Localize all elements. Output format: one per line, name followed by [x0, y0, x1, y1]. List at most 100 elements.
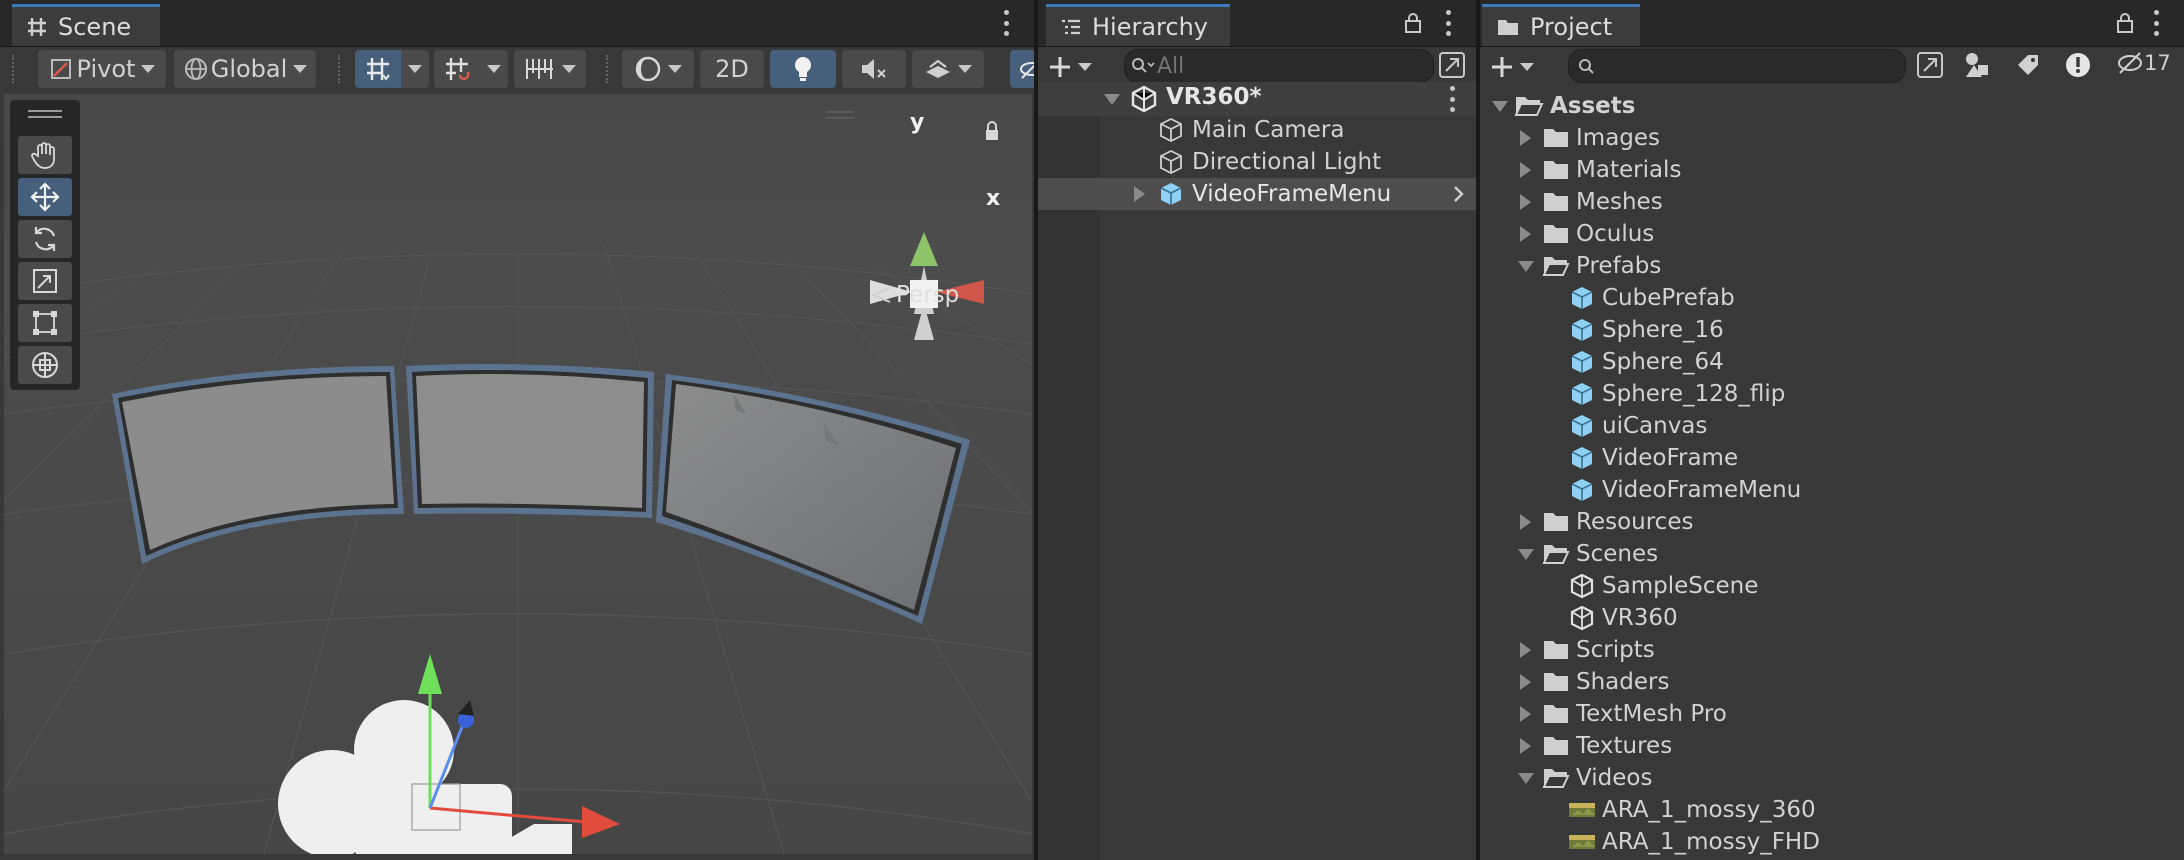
tree-folder-item[interactable]: Oculus — [1480, 218, 2184, 250]
grid-snap-toggle[interactable] — [355, 50, 401, 88]
tree-folder-item[interactable]: Shaders — [1480, 666, 2184, 698]
effects-dropdown[interactable] — [912, 50, 984, 88]
collapse-arrow-icon[interactable] — [1520, 226, 1531, 242]
tree-folder-item[interactable]: TextMesh Pro — [1480, 698, 2184, 730]
collapse-arrow-icon[interactable] — [1520, 642, 1531, 658]
expand-arrow-icon[interactable] — [1518, 548, 1534, 560]
tree-folder-item[interactable]: Resources — [1480, 506, 2184, 538]
hierarchy-item-selected[interactable]: VideoFrameMenu — [1038, 178, 1476, 210]
pivot-icon — [50, 59, 71, 79]
tree-folder-item[interactable]: Scripts — [1480, 634, 2184, 666]
collapse-arrow-icon[interactable] — [1520, 162, 1531, 178]
hand-icon — [31, 142, 55, 169]
tree-asset-item[interactable]: ARA_1_mossy_FHD — [1480, 826, 2184, 858]
tree-root-assets[interactable]: Assets — [1480, 90, 2184, 122]
tree-folder-item[interactable]: Videos — [1480, 762, 2184, 794]
tree-folder-item[interactable]: Prefabs — [1480, 250, 2184, 282]
hierarchy-scene-row[interactable]: VR360* — [1038, 82, 1476, 116]
expand-arrow-icon[interactable] — [1492, 100, 1508, 112]
label-tag-icon[interactable] — [2014, 51, 2042, 79]
rotate-tool[interactable] — [18, 220, 72, 258]
collapse-arrow-icon[interactable] — [1520, 706, 1531, 722]
create-asset-button[interactable] — [1490, 51, 1544, 83]
warning-icon[interactable] — [2064, 51, 2092, 79]
scene-pick-icon[interactable] — [1438, 51, 1466, 79]
audio-toggle[interactable] — [842, 50, 906, 88]
pivot-dropdown[interactable]: Pivot — [38, 50, 166, 88]
lighting-toggle[interactable] — [770, 50, 836, 88]
tree-asset-item[interactable]: Sphere_16 — [1480, 314, 2184, 346]
expand-arrow-icon[interactable] — [1518, 772, 1534, 784]
grid-snap-dropdown[interactable] — [401, 50, 429, 88]
hierarchy-item-label: Directional Light — [1192, 149, 1382, 175]
persp-toggle[interactable]: Persp — [870, 282, 959, 308]
expand-arrow-icon[interactable] — [1518, 260, 1534, 272]
snap-increment-dropdown[interactable] — [480, 50, 508, 88]
ruler-toggle[interactable] — [514, 50, 586, 88]
filter-type-icon[interactable] — [1962, 51, 1992, 79]
tree-asset-item[interactable]: ARA_1_mossy_360 — [1480, 794, 2184, 826]
tree-asset-item[interactable]: Sphere_64 — [1480, 346, 2184, 378]
tree-asset-item[interactable]: SampleScene — [1480, 570, 2184, 602]
shading-mode-dropdown[interactable] — [622, 50, 694, 88]
scale-tool[interactable] — [18, 262, 72, 300]
tree-folder-item[interactable]: Scenes — [1480, 538, 2184, 570]
hierarchy-search[interactable] — [1124, 49, 1434, 83]
rect-tool[interactable] — [18, 304, 72, 342]
lock-icon[interactable] — [2116, 12, 2134, 34]
tree-item-label: SampleScene — [1602, 573, 1759, 599]
mode-2d-label: 2D — [715, 55, 749, 83]
collapse-arrow-icon[interactable] — [1520, 194, 1531, 210]
project-search[interactable] — [1568, 49, 1906, 83]
expand-arrow-icon[interactable] — [1104, 94, 1120, 105]
scene-visibility-toggle[interactable] — [1010, 50, 1034, 88]
lock-icon[interactable] — [1404, 12, 1422, 34]
hierarchy-menu-icon[interactable] — [1444, 10, 1452, 36]
tree-asset-item[interactable]: CubePrefab — [1480, 282, 2184, 314]
hand-tool[interactable] — [18, 136, 72, 174]
hierarchy-search-input[interactable] — [1155, 52, 1399, 80]
transform-tool[interactable] — [18, 346, 72, 384]
tree-item-label: VideoFrame — [1602, 445, 1739, 471]
project-menu-icon[interactable] — [2152, 10, 2160, 36]
hidden-packages-toggle[interactable]: 17 — [2116, 51, 2171, 75]
chevron-right-icon[interactable] — [1452, 184, 1466, 204]
scene-menu-icon[interactable] — [1002, 10, 1010, 36]
tab-scene[interactable]: Scene — [12, 4, 160, 46]
expand-arrow-icon[interactable] — [1134, 186, 1145, 202]
scene-root-label: VR360* — [1166, 84, 1262, 110]
tree-folder-item[interactable]: Images — [1480, 122, 2184, 154]
hierarchy-item[interactable]: Directional Light — [1038, 146, 1476, 178]
tree-asset-item[interactable]: VideoFrame — [1480, 442, 2184, 474]
tool-palette — [10, 100, 80, 390]
hierarchy-tab-bar: Hierarchy — [1038, 0, 1476, 47]
snap-increment-toggle[interactable] — [434, 50, 480, 88]
tree-asset-item[interactable]: Sphere_128_flip — [1480, 378, 2184, 410]
prefab-cube-icon — [1571, 415, 1593, 437]
mode-2d-toggle[interactable]: 2D — [700, 50, 764, 88]
collapse-arrow-icon[interactable] — [1520, 674, 1531, 690]
search-icon — [1132, 58, 1155, 73]
hierarchy-item[interactable]: Main Camera — [1038, 114, 1476, 146]
collapse-arrow-icon[interactable] — [1520, 738, 1531, 754]
move-tool[interactable] — [18, 178, 72, 216]
list-icon — [1062, 19, 1080, 34]
plus-icon — [1492, 57, 1512, 77]
tree-item-label: TextMesh Pro — [1576, 701, 1727, 727]
scene-viewport[interactable]: y x Persp — [4, 94, 1032, 854]
folder-icon — [1544, 193, 1568, 211]
tree-asset-item[interactable]: VR360 — [1480, 602, 2184, 634]
tree-folder-item[interactable]: Textures — [1480, 730, 2184, 762]
global-dropdown[interactable]: Global — [174, 50, 316, 88]
scene-pick-icon[interactable] — [1916, 51, 1944, 79]
tree-folder-item[interactable]: Materials — [1480, 154, 2184, 186]
scene-root-menu-icon[interactable] — [1448, 86, 1456, 112]
collapse-arrow-icon[interactable] — [1520, 130, 1531, 146]
tree-asset-item[interactable]: VideoFrameMenu — [1480, 474, 2184, 506]
tree-asset-item[interactable]: uiCanvas — [1480, 410, 2184, 442]
tab-hierarchy[interactable]: Hierarchy — [1046, 4, 1230, 46]
tree-folder-item[interactable]: Meshes — [1480, 186, 2184, 218]
collapse-arrow-icon[interactable] — [1520, 514, 1531, 530]
add-object-button[interactable] — [1048, 51, 1102, 83]
tab-project[interactable]: Project — [1482, 4, 1640, 46]
